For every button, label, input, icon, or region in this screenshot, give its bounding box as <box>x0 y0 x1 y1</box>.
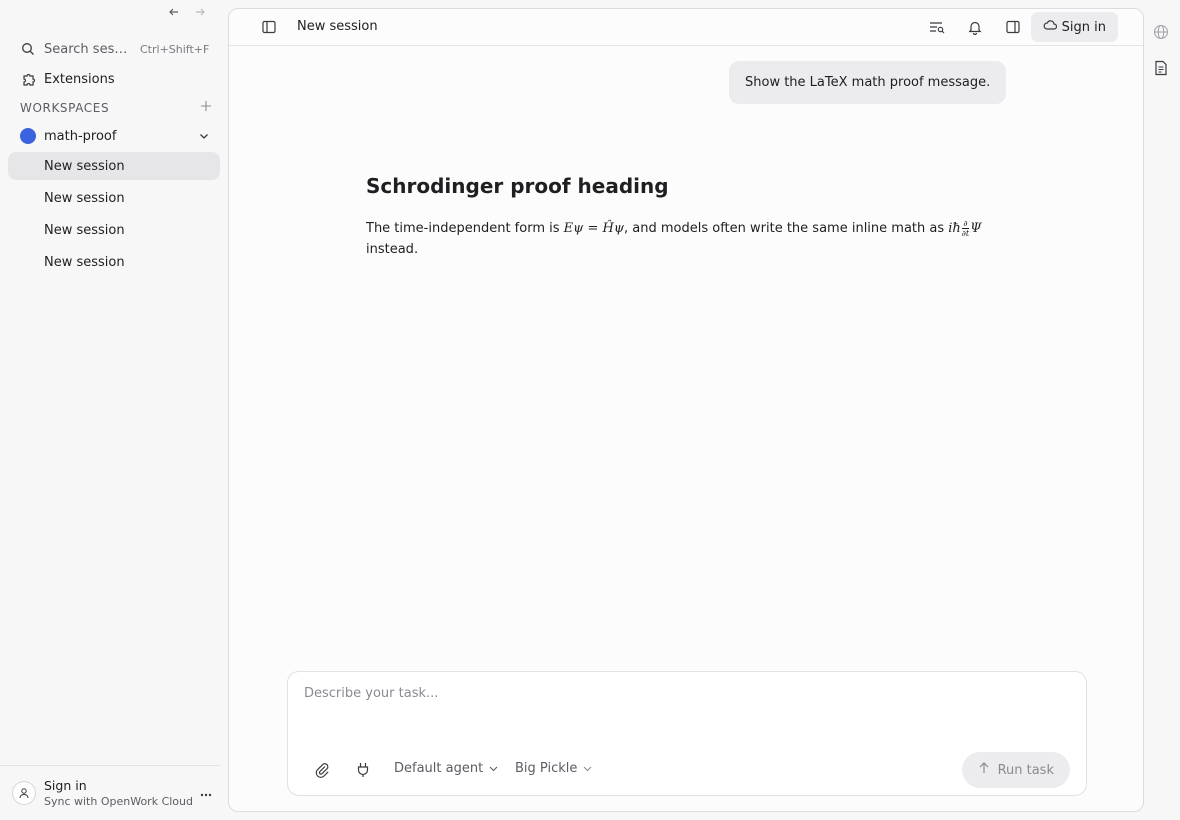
session-label: New session <box>44 190 125 206</box>
session-item[interactable]: New session <box>8 184 220 212</box>
answer-paragraph: The time-independent form is Eψ = Ĥψ, an… <box>366 218 1006 260</box>
fraction-denominator: ∂t <box>961 229 970 238</box>
fraction-numerator: ∂ <box>962 219 969 229</box>
assistant-message: Schrodinger proof heading The time-indep… <box>366 174 1006 260</box>
footer-title: Sign in <box>44 778 87 793</box>
main-panel: New session Sign in Show the LaTeX math … <box>228 8 1144 812</box>
answer-text-2: , and models often write the same inline… <box>624 221 949 236</box>
run-task-button[interactable]: Run task <box>961 752 1070 788</box>
chevron-down-icon[interactable] <box>198 130 210 142</box>
search-label: Search sessions <box>44 41 132 57</box>
answer-text-3: instead. <box>366 242 419 257</box>
workspace-item[interactable]: math-proof <box>8 122 220 150</box>
answer-text-1: The time-independent form is <box>366 221 564 236</box>
model-label: Big Pickle <box>515 761 578 776</box>
panel-toggle-icon[interactable] <box>1005 18 1021 36</box>
right-rail <box>1152 24 1170 76</box>
user-icon <box>12 781 36 805</box>
answer-heading: Schrodinger proof heading <box>366 174 669 198</box>
extensions-label: Extensions <box>44 71 115 87</box>
more-options-icon[interactable] <box>200 785 212 801</box>
arrow-left-icon[interactable] <box>164 3 184 21</box>
sidebar-item-extensions[interactable]: Extensions <box>8 65 220 93</box>
filter-search-icon[interactable] <box>929 18 945 36</box>
arrow-right-icon[interactable] <box>190 3 210 21</box>
math-inline-2-suffix: Ψ <box>970 221 982 236</box>
plug-icon[interactable] <box>356 762 372 778</box>
signin-button[interactable]: Sign in <box>1030 12 1118 42</box>
task-input[interactable] <box>304 686 1064 701</box>
session-label: New session <box>44 222 125 238</box>
composer: Default agent Big Pickle Run task <box>287 671 1087 796</box>
user-message-text: Show the LaTeX math proof message. <box>745 75 991 90</box>
search-shortcut: Ctrl+Shift+F <box>140 42 210 56</box>
math-inline-2-prefix: iħ <box>948 221 961 236</box>
agent-dropdown[interactable]: Default agent <box>394 761 498 776</box>
arrow-up-icon <box>978 762 990 778</box>
search-icon <box>20 41 36 57</box>
history-nav <box>164 3 210 21</box>
chevron-down-icon <box>489 761 498 776</box>
paperclip-icon[interactable] <box>314 762 330 778</box>
footer-text: Sign in Sync with OpenWork Cloud <box>44 778 193 808</box>
chevron-down-icon <box>583 761 592 776</box>
session-item[interactable]: New session <box>8 248 220 276</box>
workspaces-heading: WORKSPACES <box>20 100 110 115</box>
sidebar: Search sessions Ctrl+Shift+F Extensions … <box>0 0 228 820</box>
session-item[interactable]: New session <box>8 216 220 244</box>
top-icons <box>929 18 1021 36</box>
math-fraction: ∂ ∂t <box>962 219 969 238</box>
session-item[interactable]: New session <box>8 152 220 180</box>
bell-icon[interactable] <box>967 18 983 36</box>
workspace-color-dot <box>20 128 36 144</box>
agent-label: Default agent <box>394 761 484 776</box>
user-message: Show the LaTeX math proof message. <box>729 61 1007 104</box>
puzzle-icon <box>20 71 36 87</box>
workspace-name: math-proof <box>44 128 117 144</box>
model-dropdown[interactable]: Big Pickle <box>515 761 592 776</box>
top-bar: New session Sign in <box>229 9 1143 46</box>
footer-subtitle: Sync with OpenWork Cloud <box>44 795 193 808</box>
globe-icon[interactable] <box>1152 24 1170 40</box>
sidebar-toggle-icon[interactable] <box>261 19 277 35</box>
document-icon[interactable] <box>1152 60 1170 76</box>
sidebar-footer-signin[interactable]: Sign in Sync with OpenWork Cloud <box>0 765 220 820</box>
page-title: New session <box>297 19 378 34</box>
run-task-label: Run task <box>997 762 1054 778</box>
add-workspace-icon[interactable] <box>200 100 212 115</box>
workspaces-header: WORKSPACES <box>20 100 212 115</box>
session-label: New session <box>44 254 125 270</box>
cloud-icon <box>1043 19 1057 35</box>
search-sessions[interactable]: Search sessions Ctrl+Shift+F <box>8 35 220 63</box>
session-label: New session <box>44 158 125 174</box>
math-inline-1: Eψ = Ĥψ <box>563 221 625 236</box>
signin-label: Sign in <box>1061 19 1106 35</box>
